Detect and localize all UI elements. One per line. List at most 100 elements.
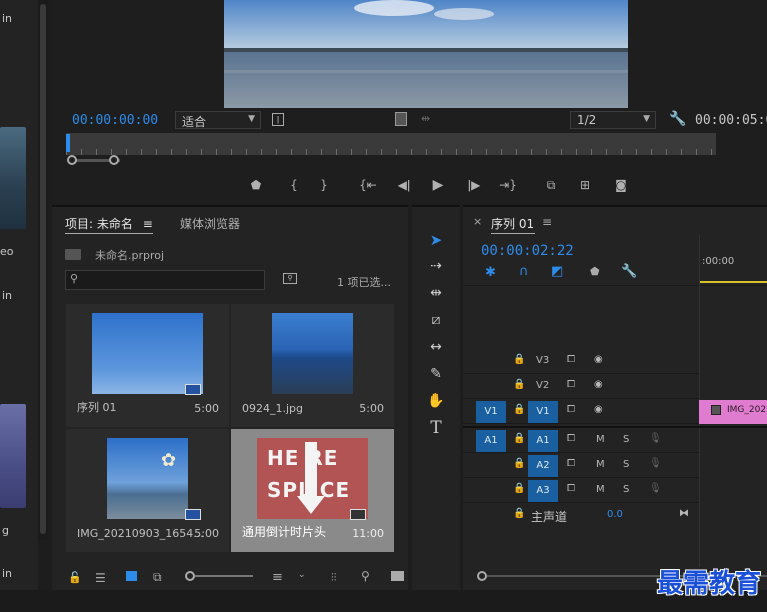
camera-icon[interactable]: ◙ [612,176,630,194]
solo-button[interactable]: S [623,459,629,470]
source-patch-v1[interactable]: V1 [476,401,506,423]
left-thumbnail-1[interactable] [0,127,26,229]
mute-button[interactable]: M [596,434,605,445]
solo-button[interactable]: S [623,434,629,445]
left-scrollbar[interactable] [38,0,48,540]
marker-icon[interactable]: ⬟ [247,176,265,194]
timeline-zoom-handle[interactable] [477,571,487,581]
microphone-icon[interactable]: 🎙 [649,458,662,469]
microphone-icon[interactable]: 🎙 [649,433,662,444]
go-to-end-icon[interactable]: ⧓ [679,508,689,519]
new-bin-search-icon[interactable]: ⚲ [283,273,297,284]
lock-icon[interactable]: 🔒 [513,458,525,469]
insert-icon[interactable]: ⧉ [542,176,560,194]
icon-view-icon[interactable] [126,571,137,581]
selection-tool-icon[interactable]: ➤ [424,229,448,251]
settings-frame-icon[interactable]: ǀ [272,113,284,126]
close-icon[interactable]: × [473,215,482,228]
timeline-timecode[interactable]: 00:00:02:22 [481,243,574,259]
lock-icon[interactable]: 🔒 [513,354,525,365]
lock-icon[interactable]: 🔒 [513,483,525,494]
track-a2[interactable]: 🔒 A2 ⧠ M S 🎙 [463,454,699,478]
safe-margins-icon[interactable] [395,112,407,126]
find-icon[interactable]: ⚲ [361,569,370,583]
freeform-view-icon[interactable]: ⧉ [153,570,162,585]
master-volume-value[interactable]: 0.0 [607,509,623,520]
go-to-in-icon[interactable]: {⇤ [359,176,377,194]
automate-icon[interactable]: ⫶⫶ [331,571,337,585]
zoom-slider-handle[interactable] [185,571,195,581]
resolution-dropdown[interactable]: 1/2 ▼ [570,111,656,129]
chevron-down-icon[interactable]: ⌄ [298,570,306,580]
left-thumbnail-2[interactable] [0,404,26,508]
time-ruler[interactable]: :00:00 [699,235,767,285]
eye-icon[interactable]: ◉ [594,354,603,365]
step-back-icon[interactable]: ◀ǀ [395,176,413,194]
wrench-icon[interactable]: 🔧 [621,264,637,279]
step-forward-icon[interactable]: ǀ▶ [465,176,483,194]
clip-0924-jpg[interactable]: 0924_1.jpg 5:00 [231,304,394,427]
track-a3[interactable]: 🔒 A3 ⧠ M S 🎙 [463,479,699,503]
track-v1[interactable]: V1 🔒 V1 ⧠ ◉ [463,400,699,424]
sync-lock-icon[interactable]: ⧠ [567,433,575,444]
panel-menu-icon[interactable]: ≡ [542,215,552,229]
go-to-out-icon[interactable]: ⇥} [499,176,517,194]
fit-dropdown[interactable]: 适合 ▼ [175,111,261,129]
wrench-icon[interactable]: 🔧 [669,111,686,127]
clip-countdown-leader[interactable]: HE RE SPL CE 通用倒计时片头 11:00 [231,429,394,552]
source-patch-a1[interactable]: A1 [476,430,506,452]
lock-icon[interactable]: 🔒 [513,379,525,390]
razor-tool-icon[interactable]: ⧄ [424,309,448,331]
mark-in-icon[interactable]: { [285,176,303,194]
add-marker-icon[interactable]: ⬟ [590,265,600,278]
clip-img-20210903[interactable]: ✿ IMG_20210903_1654... 5:00 [66,429,229,552]
sync-lock-icon[interactable]: ⧠ [567,458,575,469]
lock-icon[interactable]: 🔒 [513,433,525,444]
nest-icon[interactable]: ✱ [485,265,496,280]
tab-project[interactable]: 项目: 未命名 ≡ [65,215,153,232]
track-target-a3[interactable]: A3 [528,480,558,502]
sync-lock-icon[interactable]: ⧠ [567,483,575,494]
track-target-v1[interactable]: V1 [528,401,558,423]
tab-media-browser[interactable]: 媒体浏览器 [180,215,240,232]
track-master[interactable]: 🔒 主声道 0.0 ⧓ [463,504,699,528]
zoom-slider-track[interactable] [195,575,253,577]
pen-tool-icon[interactable]: ✎ [424,363,448,385]
sync-lock-icon[interactable]: ⧠ [567,379,575,390]
track-target-a1[interactable]: A1 [528,430,558,452]
play-icon[interactable]: ▶ [429,176,447,194]
track-v3[interactable]: 🔒 V3 ⧠ ◉ [463,350,699,374]
panel-menu-icon[interactable]: ≡ [143,217,153,231]
zoom-handle-left[interactable] [67,155,77,165]
ripple-edit-tool-icon[interactable]: ⇹ [424,282,448,304]
type-tool-icon[interactable]: T [424,417,448,439]
track-a1[interactable]: A1 🔒 A1 ⧠ M S 🎙 [463,429,699,453]
lock-icon[interactable]: 🔒 [513,508,525,519]
work-area-bar[interactable] [700,281,767,283]
sequence-tab[interactable]: 序列 01 [491,215,534,232]
lock-icon[interactable]: 🔒 [513,404,525,415]
new-bin-icon[interactable] [391,571,404,581]
eye-icon[interactable]: ◉ [594,379,603,390]
sync-lock-icon[interactable]: ⧠ [567,404,575,415]
eye-icon[interactable]: ◉ [594,404,603,415]
sync-lock-icon[interactable]: ⧠ [567,354,575,365]
sort-icon[interactable]: ≡ [272,570,283,585]
mute-button[interactable]: M [596,484,605,495]
list-view-icon[interactable]: ☰ [95,571,106,585]
program-time-ruler[interactable] [66,133,716,155]
program-timecode[interactable]: 00:00:00:00 [72,113,158,128]
track-v2[interactable]: 🔒 V2 ⧠ ◉ [463,375,699,399]
hand-tool-icon[interactable]: ✋ [424,390,448,412]
timeline-clip-v1[interactable]: IMG_202 [699,400,767,424]
mute-button[interactable]: M [596,459,605,470]
microphone-icon[interactable]: 🎙 [649,483,662,494]
slip-tool-icon[interactable]: ↔ [424,336,448,358]
track-select-tool-icon[interactable]: ⇢ [424,255,448,277]
playhead-marker[interactable] [66,134,70,152]
snap-icon[interactable]: ∩ [519,264,529,279]
solo-button[interactable]: S [623,484,629,495]
mark-out-icon[interactable]: } [315,176,333,194]
overwrite-icon[interactable]: ⊞ [576,176,594,194]
track-target-a2[interactable]: A2 [528,455,558,477]
